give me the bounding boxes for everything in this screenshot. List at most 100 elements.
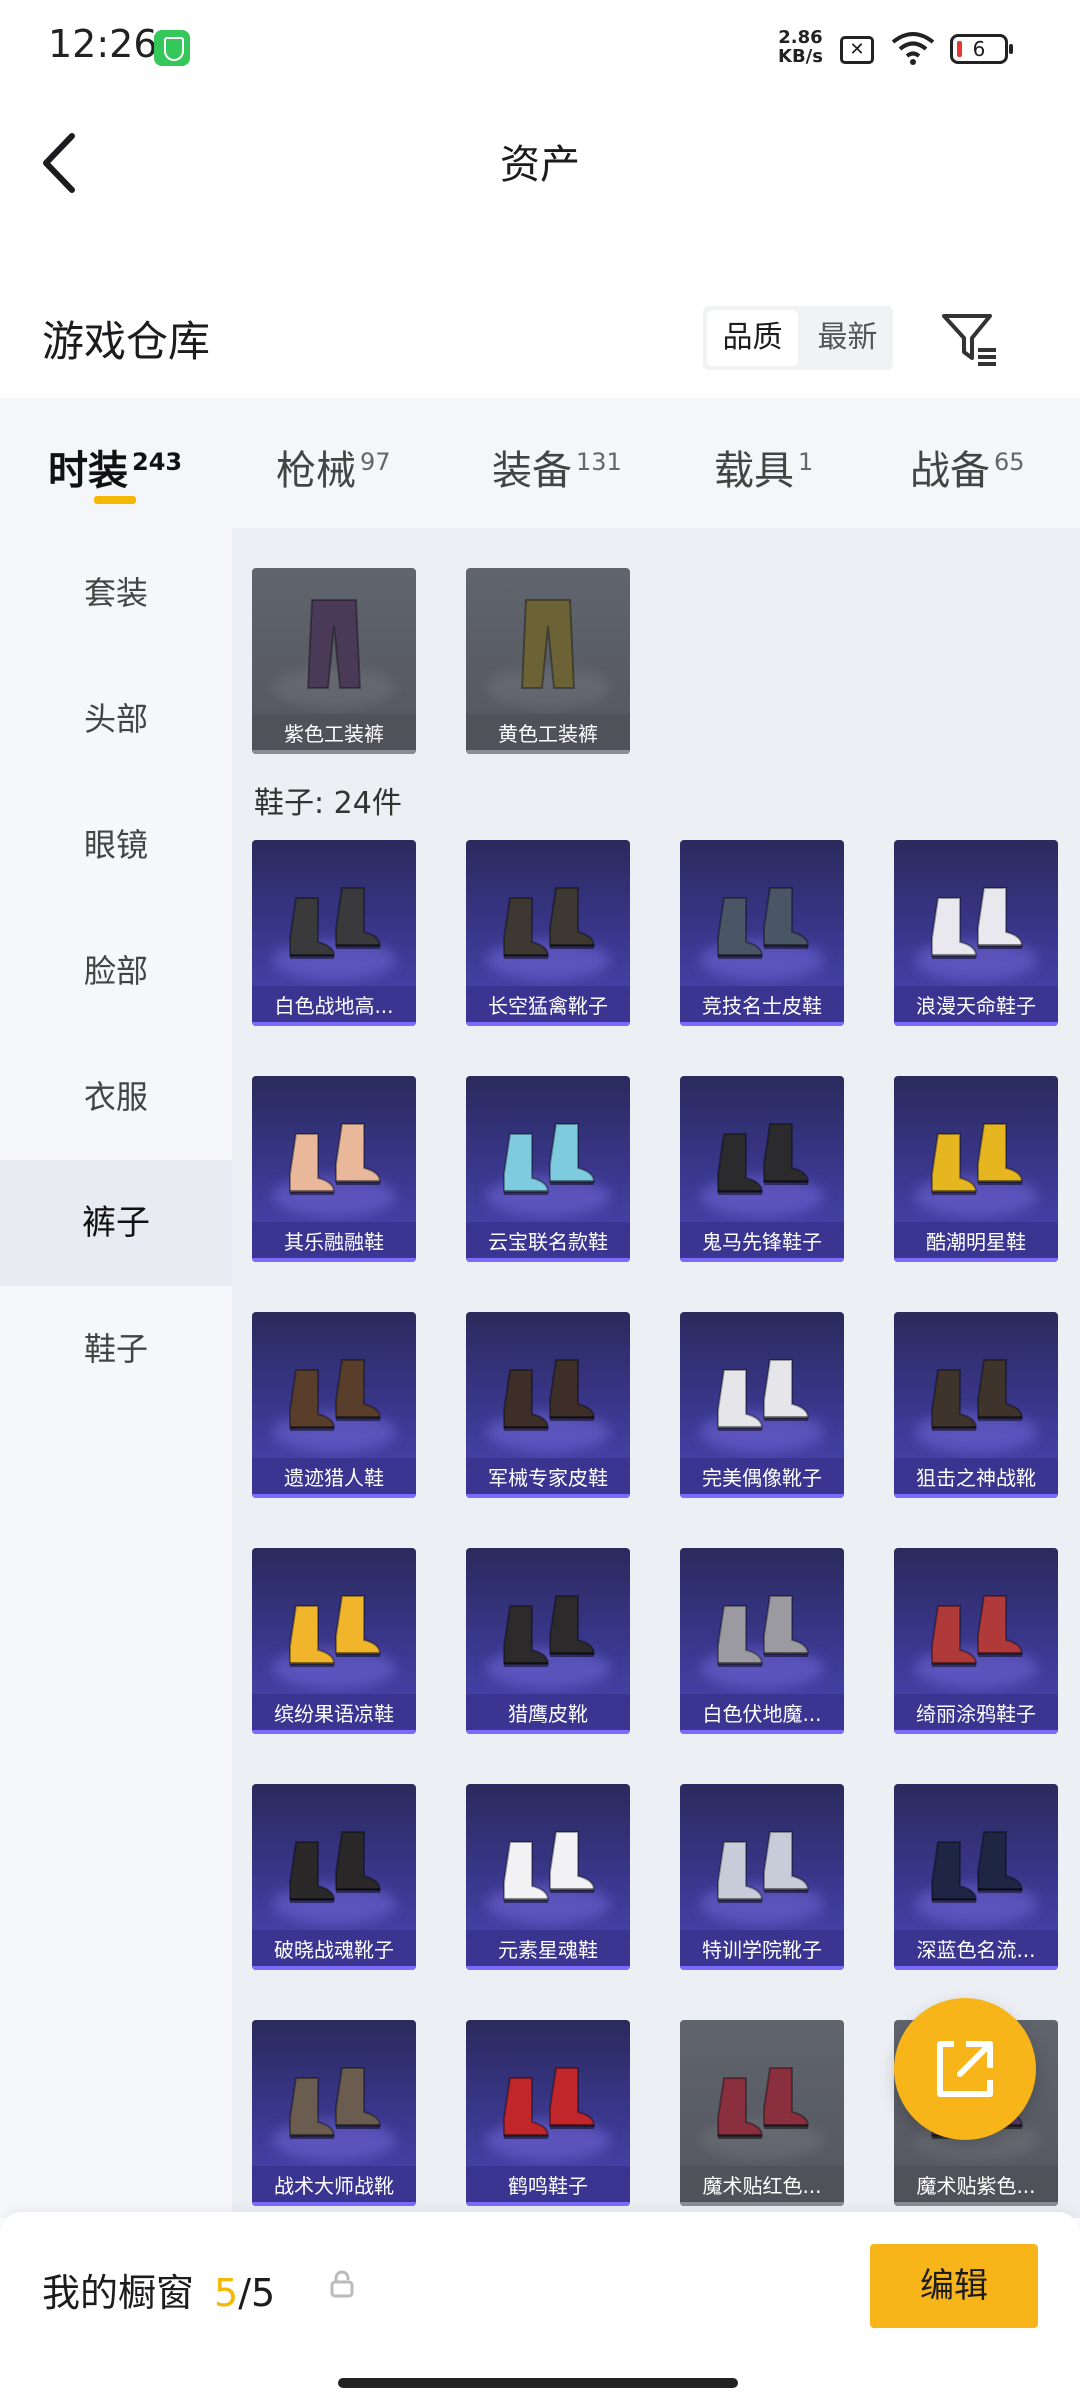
tab-count: 97	[360, 447, 391, 476]
shoes-icon	[289, 1595, 382, 1667]
rarity-bar	[252, 1966, 416, 1970]
shoe-item-card[interactable]: 军械专家皮鞋	[466, 1312, 630, 1498]
rarity-bar	[466, 1494, 630, 1498]
rarity-bar	[894, 1966, 1058, 1970]
shoe-item-card[interactable]: 竞技名士皮鞋	[680, 840, 844, 1026]
rarity-bar	[894, 1022, 1058, 1026]
shoes-icon	[289, 2067, 382, 2139]
rarity-bar	[894, 1494, 1058, 1498]
network-speed: 2.86 KB/s	[778, 28, 823, 66]
sort-newest-button[interactable]: 最新	[802, 306, 893, 370]
item-name: 深蓝色名流...	[894, 1930, 1058, 1970]
rarity-bar	[252, 1730, 416, 1734]
shoe-item-card[interactable]: 遗迹猎人鞋	[252, 1312, 416, 1498]
rarity-bar	[466, 1730, 630, 1734]
item-name: 魔术贴红色...	[680, 2166, 844, 2206]
security-shield-icon	[154, 30, 190, 66]
shoes-icon	[289, 1359, 382, 1431]
shoe-item-card[interactable]: 白色战地高...	[252, 840, 416, 1026]
shoe-item-card[interactable]: 其乐融融鞋	[252, 1076, 416, 1262]
sidebar-item-clothes[interactable]: 衣服	[0, 1034, 232, 1160]
shoes-icon	[289, 887, 382, 959]
pants-item-card[interactable]: 紫色工装裤	[252, 568, 416, 754]
edit-button[interactable]: 编辑	[870, 2244, 1038, 2328]
rarity-bar	[680, 1966, 844, 1970]
item-name: 白色伏地魔...	[680, 1694, 844, 1734]
item-name: 鬼马先锋鞋子	[680, 1222, 844, 1262]
shoe-item-card[interactable]: 魔术贴红色...	[680, 2020, 844, 2206]
rarity-bar	[252, 1494, 416, 1498]
shoe-item-card[interactable]: 云宝联名款鞋	[466, 1076, 630, 1262]
sidebar-item-shoes[interactable]: 鞋子	[0, 1286, 232, 1412]
page-title: 资产	[500, 142, 580, 188]
shoe-item-card[interactable]: 酷潮明星鞋	[894, 1076, 1058, 1262]
filter-icon[interactable]	[940, 310, 1000, 366]
shoes-icon	[717, 1595, 810, 1667]
tab-guns[interactable]: 枪械 97	[276, 438, 391, 496]
sidebar-item-pants[interactable]: 裤子	[0, 1160, 232, 1286]
shoe-item-card[interactable]: 破晓战魂靴子	[252, 1784, 416, 1970]
rarity-bar	[894, 2202, 1058, 2206]
lock-icon[interactable]	[330, 2270, 354, 2298]
shoes-icon	[503, 1123, 596, 1195]
sidebar-item-head[interactable]: 头部	[0, 656, 232, 782]
tab-count: 243	[132, 447, 183, 476]
rarity-bar	[466, 1022, 630, 1026]
shoe-item-card[interactable]: 鹤鸣鞋子	[466, 2020, 630, 2206]
shoe-item-card[interactable]: 绮丽涂鸦鞋子	[894, 1548, 1058, 1734]
sidebar-item-face[interactable]: 脸部	[0, 908, 232, 1034]
shoes-icon	[931, 1359, 1024, 1431]
tab-vehicles[interactable]: 载具 1	[714, 438, 813, 496]
category-tabs: 时装 243 枪械 97 装备 131 载具 1 战备 65	[0, 398, 1080, 528]
shoe-item-card[interactable]: 白色伏地魔...	[680, 1548, 844, 1734]
rarity-bar	[252, 2202, 416, 2206]
shoe-item-card[interactable]: 特训学院靴子	[680, 1784, 844, 1970]
rarity-bar	[252, 1022, 416, 1026]
shoes-icon	[717, 887, 810, 959]
shoes-icon	[717, 1123, 810, 1195]
shoe-item-card[interactable]: 猎鹰皮靴	[466, 1548, 630, 1734]
share-fab-button[interactable]	[894, 1998, 1036, 2140]
sidebar-item-outfit[interactable]: 套装	[0, 530, 232, 656]
sort-quality-button[interactable]: 品质	[707, 310, 798, 366]
shoe-item-card[interactable]: 深蓝色名流...	[894, 1784, 1058, 1970]
item-name: 其乐融融鞋	[252, 1222, 416, 1262]
shoe-item-card[interactable]: 完美偶像靴子	[680, 1312, 844, 1498]
home-indicator	[338, 2378, 738, 2388]
item-name: 魔术贴紫色...	[894, 2166, 1058, 2206]
item-name: 竞技名士皮鞋	[680, 986, 844, 1026]
net-speed-value: 2.86	[778, 27, 823, 48]
shoe-item-card[interactable]: 鬼马先锋鞋子	[680, 1076, 844, 1262]
item-name: 特训学院靴子	[680, 1930, 844, 1970]
shoe-item-card[interactable]: 元素星魂鞋	[466, 1784, 630, 1970]
battery-level: 6	[972, 37, 986, 61]
shoes-icon	[503, 2067, 596, 2139]
tab-gear[interactable]: 装备 131	[492, 438, 622, 496]
shoes-icon	[503, 1595, 596, 1667]
shoe-item-card[interactable]: 浪漫天命鞋子	[894, 840, 1058, 1026]
item-name: 白色战地高...	[252, 986, 416, 1026]
rarity-bar	[466, 750, 630, 754]
rarity-bar	[680, 1494, 844, 1498]
shoe-item-card[interactable]: 长空猛禽靴子	[466, 840, 630, 1026]
tab-label: 时装	[48, 448, 128, 494]
rarity-bar	[894, 1258, 1058, 1262]
shoe-item-card[interactable]: 缤纷果语凉鞋	[252, 1548, 416, 1734]
item-name: 狙击之神战靴	[894, 1458, 1058, 1498]
pants-item-card[interactable]: 黄色工装裤	[466, 568, 630, 754]
shoes-icon	[717, 1359, 810, 1431]
tab-fashion[interactable]: 时装 243	[48, 438, 182, 496]
shoes-icon	[503, 887, 596, 959]
item-grid: 鞋子: 24件 紫色工装裤 黄色工装裤 白色战地高... 长空猛禽靴子 竞技名士皮鞋 浪漫…	[232, 528, 1080, 2218]
status-time: 12:26	[48, 22, 158, 66]
active-tab-indicator	[94, 496, 136, 504]
shoes-icon	[931, 1123, 1024, 1195]
sort-toggle: 品质 最新	[703, 306, 893, 370]
shoes-icon	[289, 1123, 382, 1195]
item-name: 猎鹰皮靴	[466, 1694, 630, 1734]
sidebar-item-glasses[interactable]: 眼镜	[0, 782, 232, 908]
section-title: 游戏仓库	[42, 317, 211, 366]
tab-supplies[interactable]: 战备 65	[910, 438, 1025, 496]
shoe-item-card[interactable]: 狙击之神战靴	[894, 1312, 1058, 1498]
shoe-item-card[interactable]: 战术大师战靴	[252, 2020, 416, 2206]
